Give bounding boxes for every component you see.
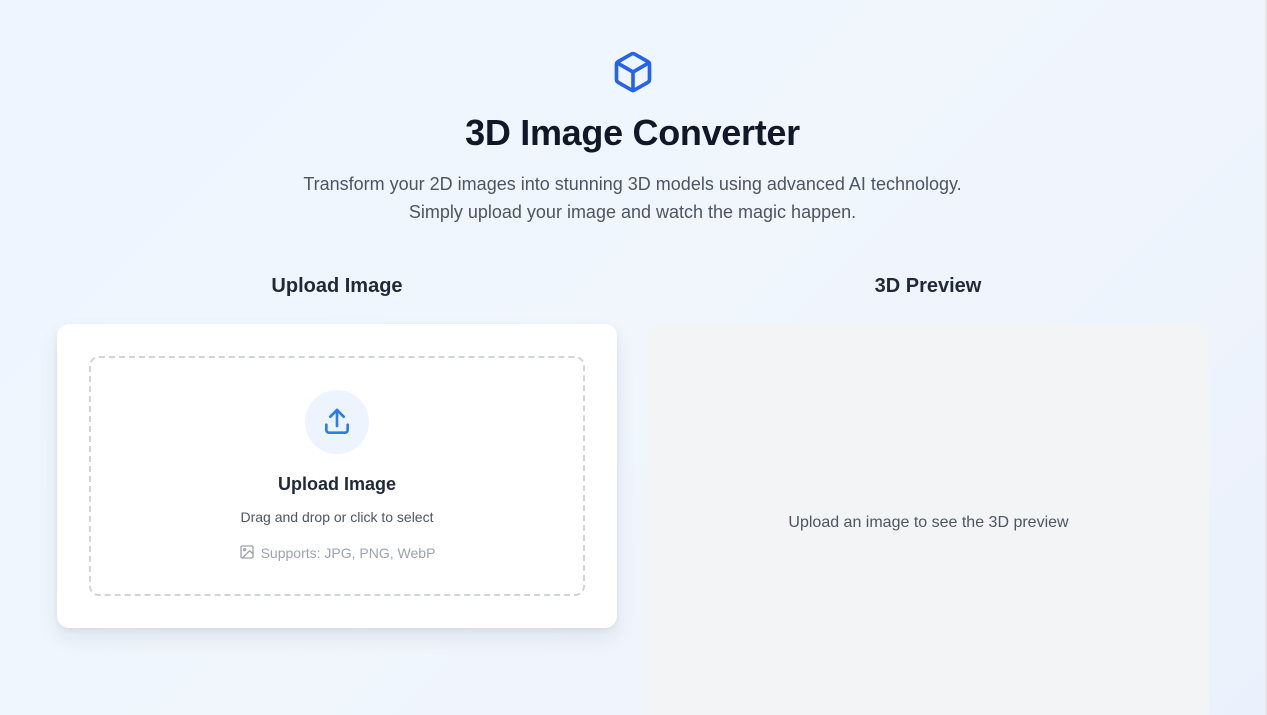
image-icon: [239, 545, 254, 559]
preview-section-heading: 3D Preview: [874, 275, 982, 297]
supported-formats-text: Supports: JPG, PNG, WebP: [260, 545, 436, 561]
dropzone-hint: Drag and drop or click to select: [240, 509, 434, 525]
upload-dropzone[interactable]: Upload Image Drag and drop or click to s…: [89, 356, 585, 596]
cube-icon: [614, 51, 652, 93]
dropzone-title: Upload Image: [277, 474, 397, 494]
page-title: 3D Image Converter: [465, 112, 800, 153]
upload-card: Upload Image Drag and drop or click to s…: [57, 324, 617, 628]
dropzone-support-info: Supports: JPG, PNG, WebP: [91, 544, 583, 561]
upload-icon-circle: [305, 390, 369, 454]
upload-section-heading: Upload Image: [271, 275, 403, 297]
preview-panel: Upload an image to see the 3D preview: [648, 324, 1209, 715]
subtitle-line-2: Simply upload your image and watch the m…: [408, 202, 857, 222]
page-subtitle: Transform your 2D images into stunning 3…: [0, 170, 1265, 226]
upload-icon: [325, 408, 349, 434]
subtitle-line-1: Transform your 2D images into stunning 3…: [303, 174, 962, 194]
preview-placeholder-text: Upload an image to see the 3D preview: [788, 514, 1069, 531]
